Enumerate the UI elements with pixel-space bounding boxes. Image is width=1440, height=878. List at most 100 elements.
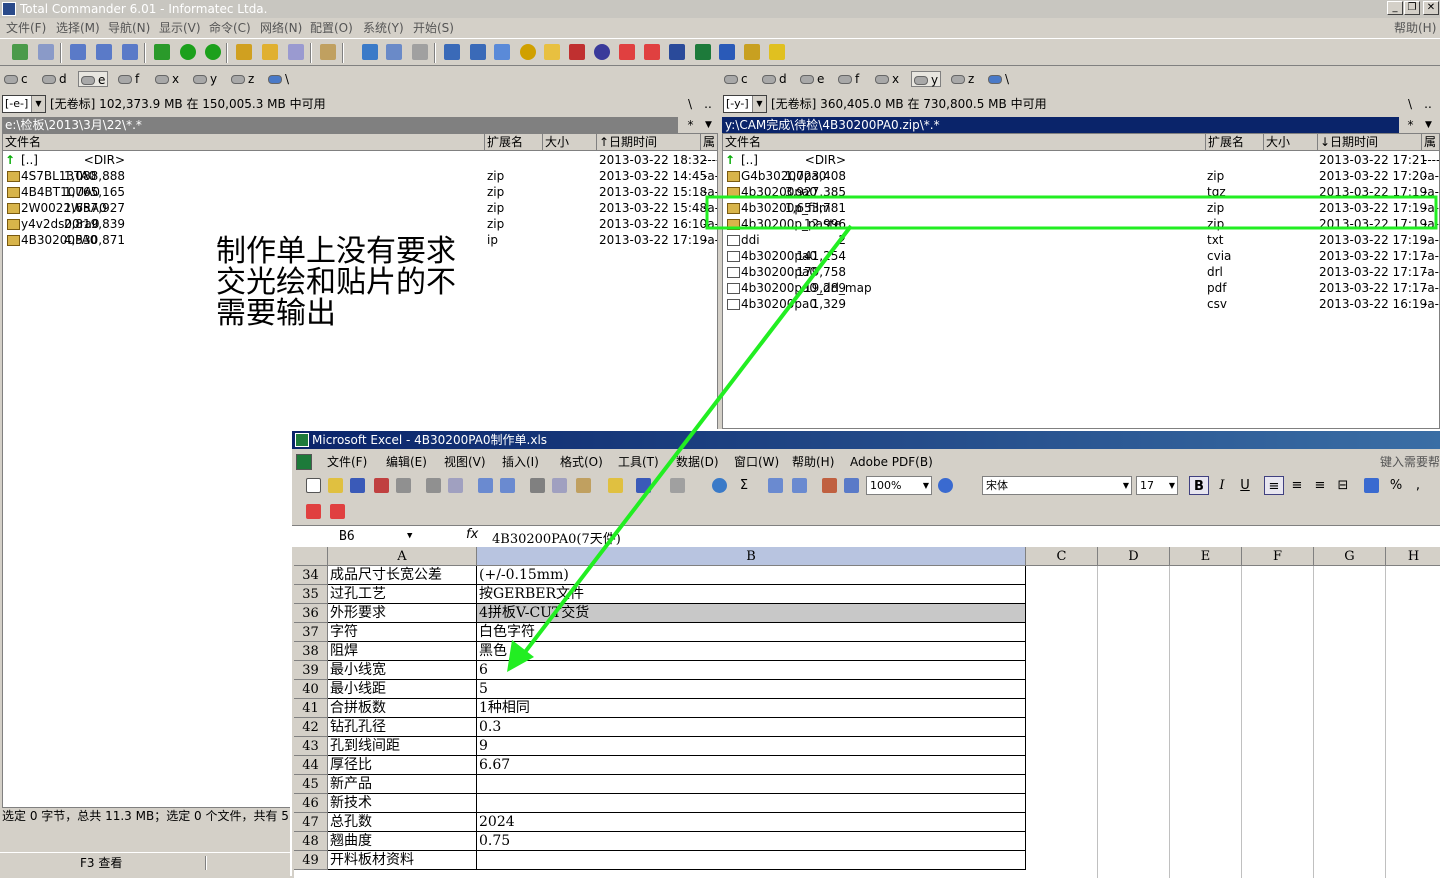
hyperlink-icon[interactable]: [712, 478, 727, 493]
row-header[interactable]: 35: [294, 585, 328, 604]
row-header[interactable]: 49: [294, 851, 328, 870]
menu-file[interactable]: 文件(F): [6, 18, 46, 38]
print-icon[interactable]: [426, 478, 441, 493]
pdf2-icon[interactable]: [644, 44, 660, 60]
new-icon[interactable]: [306, 478, 321, 493]
excel-menu-window[interactable]: 窗口(W): [734, 451, 779, 473]
file-row[interactable]: 4S7BL13TA0 zip 1,088,888 2013-03-22 14:45 -a…: [3, 168, 717, 184]
fx-icon[interactable]: fx: [466, 527, 478, 542]
cell-b[interactable]: 6: [477, 661, 1026, 680]
find-icon[interactable]: [236, 44, 252, 60]
cell-b[interactable]: 0.75: [477, 832, 1026, 851]
right-up-button[interactable]: ..: [1421, 95, 1435, 113]
left-drive-combo[interactable]: [-e-] ▼: [2, 95, 46, 113]
paste-icon[interactable]: [576, 478, 591, 493]
cell-a[interactable]: 开料板材资料: [328, 851, 477, 870]
align-center-icon[interactable]: ≡: [1287, 476, 1307, 495]
file-row[interactable]: ddi txt 2 2013-03-22 17:19 -a-: [723, 232, 1439, 248]
font-select[interactable]: 宋体 ▼: [982, 476, 1132, 495]
row-header[interactable]: 43: [294, 737, 328, 756]
cell-a[interactable]: 最小线距: [328, 680, 477, 699]
chart-wizard-icon[interactable]: [822, 478, 837, 493]
edit-icon[interactable]: [470, 44, 486, 60]
col-header-d[interactable]: D: [1098, 547, 1170, 566]
col-header-c[interactable]: C: [1026, 547, 1098, 566]
calc-icon[interactable]: [669, 44, 685, 60]
right-file-panel[interactable]: 文件名 扩展名 大小 ↓日期时间 属 ↑ [..] <DIR> 2013-03-22 …: [722, 133, 1440, 429]
undo-icon[interactable]: [636, 478, 651, 493]
col-header-b[interactable]: B: [477, 547, 1026, 566]
file-row[interactable]: 4b30200pa0_drl_map pdf 19,289 2013-03-22 17…: [723, 280, 1439, 296]
folder-icon[interactable]: [262, 44, 278, 60]
row-header[interactable]: 37: [294, 623, 328, 642]
tool-icon[interactable]: [769, 44, 785, 60]
cell-a[interactable]: 钻孔孔径: [328, 718, 477, 737]
col-header-e[interactable]: E: [1170, 547, 1242, 566]
name-box[interactable]: B6 ▼: [295, 528, 415, 545]
file-row[interactable]: ↑ [..] <DIR> 2013-03-22 18:32----: [3, 152, 717, 168]
worksheet-grid[interactable]: A B C D E F G H 34 成品尺寸长宽公差 (+/-0.15mm) 35 过…: [294, 547, 1440, 878]
right-col-attr[interactable]: 属: [1422, 134, 1439, 151]
word-icon[interactable]: [719, 44, 735, 60]
right-drive-network[interactable]: \: [988, 71, 1009, 87]
cell-a[interactable]: 新技术: [328, 794, 477, 813]
left-col-date[interactable]: ↑日期时间: [597, 134, 701, 151]
spelling-icon[interactable]: [478, 478, 493, 493]
select-all-corner[interactable]: [294, 547, 328, 566]
cell-a[interactable]: 阻焊: [328, 642, 477, 661]
file-row[interactable]: 4b30200pa0 csv 1,329 2013-03-22 16:19 -a-: [723, 296, 1439, 312]
cell-b[interactable]: 黑色: [477, 642, 1026, 661]
forward-icon[interactable]: [205, 44, 221, 60]
full-view-icon[interactable]: [96, 44, 112, 60]
cell-b[interactable]: 5: [477, 680, 1026, 699]
row-header[interactable]: 48: [294, 832, 328, 851]
multi-rename-icon[interactable]: [288, 44, 304, 60]
cell-a[interactable]: 字符: [328, 623, 477, 642]
cut-icon[interactable]: [530, 478, 545, 493]
left-drive-f[interactable]: f: [118, 71, 139, 87]
excel-icon[interactable]: [695, 44, 711, 60]
right-root-button[interactable]: \: [1403, 95, 1417, 113]
pack-icon[interactable]: [38, 44, 54, 60]
currency-icon[interactable]: [1364, 478, 1379, 493]
left-col-ext[interactable]: 扩展名: [485, 134, 543, 151]
cell-b[interactable]: 0.3: [477, 718, 1026, 737]
right-drive-c[interactable]: c: [724, 71, 748, 87]
cell-b[interactable]: [477, 851, 1026, 870]
right-hotlist-button[interactable]: ▼: [1419, 117, 1435, 133]
back-icon[interactable]: [180, 44, 196, 60]
list-icon[interactable]: [494, 44, 510, 60]
right-col-size[interactable]: 大小: [1264, 134, 1318, 151]
tree-view-icon[interactable]: [122, 44, 138, 60]
menu-view[interactable]: 显示(V): [159, 18, 201, 38]
file-row[interactable]: 4b30200p_film zip 1,653,781 2013-03-22 17:1…: [723, 200, 1439, 216]
format-painter-icon[interactable]: [608, 478, 623, 493]
cell-b[interactable]: 4拼板V-CUT交货: [477, 604, 1026, 623]
right-drive-y[interactable]: y: [911, 71, 942, 87]
col-header-g[interactable]: G: [1314, 547, 1386, 566]
zoom-select[interactable]: 100% ▼: [866, 476, 932, 495]
file-row[interactable]: 4b30200p_paste zip 12,996 2013-03-22 17:19-…: [723, 216, 1439, 232]
right-col-date[interactable]: ↓日期时间: [1318, 134, 1422, 151]
percent-button[interactable]: %: [1386, 476, 1406, 495]
excel-menu-tools[interactable]: 工具(T): [618, 451, 659, 473]
row-header[interactable]: 47: [294, 813, 328, 832]
file-row[interactable]: ↑ [..] <DIR> 2013-03-22 17:21 ----: [723, 152, 1439, 168]
notepad-icon[interactable]: [444, 44, 460, 60]
cell-b[interactable]: [477, 794, 1026, 813]
left-drive-e[interactable]: e: [78, 71, 109, 87]
row-header[interactable]: 36: [294, 604, 328, 623]
swap-icon[interactable]: [154, 44, 170, 60]
cell-a[interactable]: 厚径比: [328, 756, 477, 775]
menu-help[interactable]: 帮助(H): [1394, 18, 1436, 38]
row-header[interactable]: 45: [294, 775, 328, 794]
align-left-icon[interactable]: ≡: [1264, 476, 1284, 495]
pdf-icon[interactable]: [619, 44, 635, 60]
right-drive-f[interactable]: f: [838, 71, 859, 87]
excel-help-box[interactable]: 键入需要帮: [1380, 451, 1440, 473]
open-folder-icon[interactable]: [544, 44, 560, 60]
left-drive-network[interactable]: \: [268, 71, 289, 87]
cell-a[interactable]: 总孔数: [328, 813, 477, 832]
file-row[interactable]: 2W0022WRA0 zip 1,657,927 2013-03-22 15:48 -a…: [3, 200, 717, 216]
autosum-icon[interactable]: Σ: [734, 476, 754, 495]
